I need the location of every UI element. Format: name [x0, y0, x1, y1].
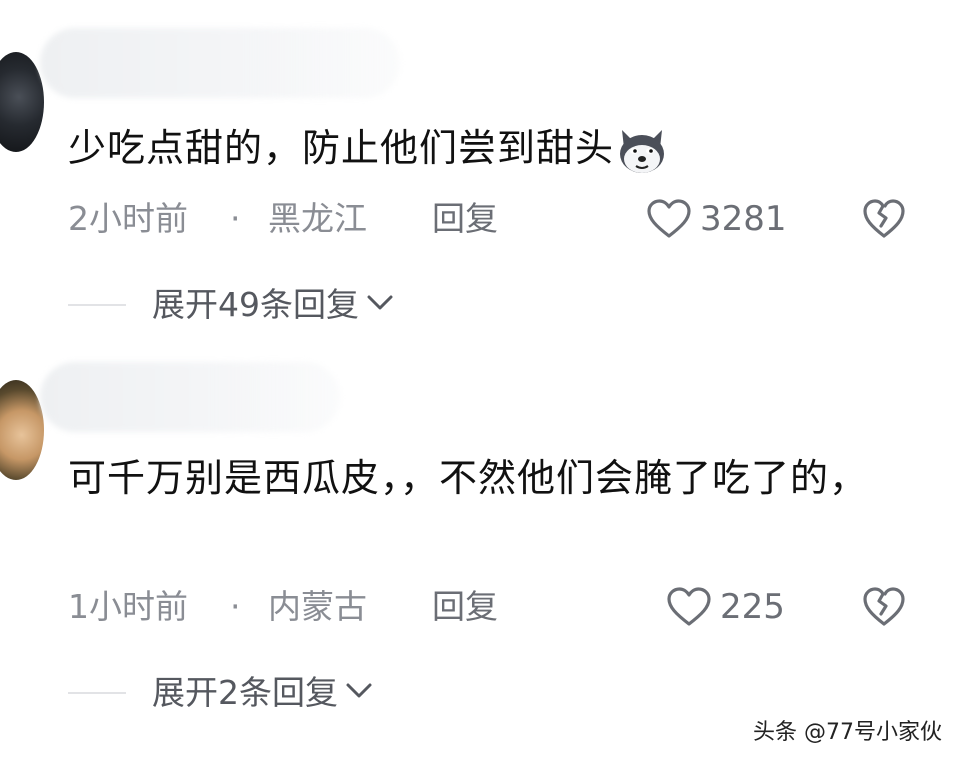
comment-time: 2小时前	[68, 199, 188, 238]
comment-text-content: 可千万别是西瓜皮，，不然他们会腌了吃了的，	[68, 456, 869, 500]
chevron-down-icon	[338, 681, 374, 705]
reply-button[interactable]: 回复	[432, 582, 498, 632]
comment-text-content: 少吃点甜的，防止他们尝到甜头	[68, 126, 615, 170]
expand-replies-label: 展开2条回复	[152, 673, 338, 712]
expand-divider	[68, 304, 126, 306]
like-count: 3281	[700, 199, 787, 239]
watermark: 头条 @77号小家伙	[753, 720, 942, 745]
expand-replies-label: 展开49条回复	[152, 285, 359, 324]
broken-heart-icon	[862, 198, 906, 254]
expand-replies-button[interactable]: 展开2条回复	[68, 668, 374, 718]
username-blurred[interactable]	[40, 362, 340, 432]
comment-meta: 1小时前 · 内蒙古 回复 225	[68, 582, 928, 632]
comment-text: 少吃点甜的，防止他们尝到甜头	[68, 120, 668, 176]
comment-meta: 2小时前 · 黑龙江 回复 3281	[68, 194, 928, 244]
like-button[interactable]: 225	[666, 582, 785, 632]
comment-text: 可千万别是西瓜皮，，不然他们会腌了吃了的，	[68, 450, 898, 506]
husky-dog-emoji-icon	[616, 126, 668, 176]
like-count: 225	[720, 587, 785, 627]
reply-button[interactable]: 回复	[432, 194, 498, 244]
meta-separator: ·	[230, 587, 241, 626]
avatar[interactable]	[0, 380, 44, 480]
username-blurred[interactable]	[40, 28, 400, 98]
chevron-down-icon	[359, 293, 395, 317]
heart-outline-icon	[666, 586, 712, 628]
comment-location: 黑龙江	[268, 199, 367, 238]
expand-replies-button[interactable]: 展开49条回复	[68, 280, 395, 330]
like-button[interactable]: 3281	[646, 194, 787, 244]
meta-separator: ·	[230, 199, 241, 238]
avatar[interactable]	[0, 52, 44, 152]
heart-outline-icon	[646, 198, 692, 240]
broken-heart-icon	[862, 586, 906, 642]
expand-divider	[68, 692, 126, 694]
comment-location: 内蒙古	[268, 587, 367, 626]
comment-time: 1小时前	[68, 587, 188, 626]
